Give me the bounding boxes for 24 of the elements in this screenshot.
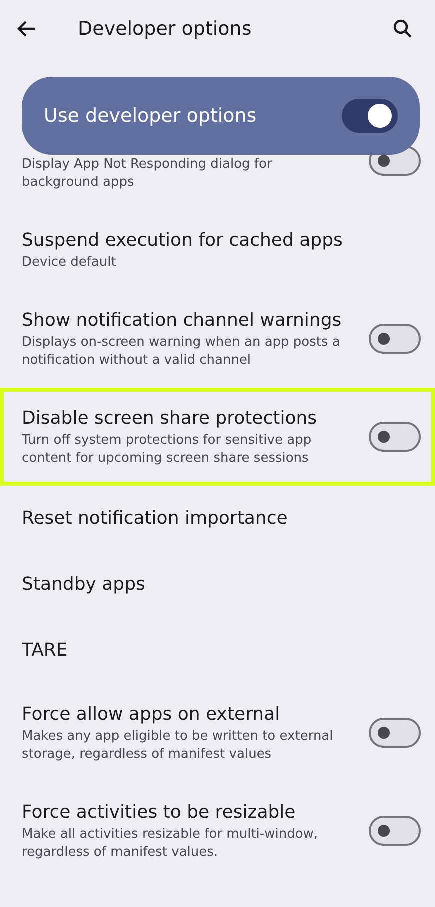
setting-summary: Device default — [22, 254, 118, 272]
banner-label: Use developer options — [44, 105, 257, 127]
setting-summary: Display App Not Responding dialog for background apps — [22, 156, 274, 192]
back-icon[interactable] — [16, 20, 36, 38]
toggle-switch[interactable] — [369, 718, 421, 748]
setting-summary: Turn off system protections for sensitive app content for upcoming screen share sessions — [22, 432, 313, 468]
setting-summary: Make all activities resizable for multi-window, regardless of manifest values. — [22, 826, 320, 862]
setting-summary: Displays on-screen warning when an app posts a notification without a valid channel — [22, 334, 342, 370]
setting-title[interactable]: Standby apps — [22, 572, 352, 598]
screen-title: Developer options — [78, 18, 253, 40]
setting-title[interactable]: Show notification channel warnings — [22, 308, 349, 334]
setting-title[interactable]: Reset notification importance — [22, 506, 352, 532]
toggle-switch[interactable] — [369, 422, 421, 452]
setting-title[interactable]: Force allow apps on external — [22, 702, 349, 728]
setting-title[interactable]: TARE — [22, 638, 352, 664]
setting-title[interactable]: Suspend execution for cached apps — [22, 228, 352, 254]
setting-title[interactable]: Force activities to be resizable — [22, 800, 349, 826]
toggle-switch[interactable] — [342, 99, 398, 133]
toggle-switch[interactable] — [369, 816, 421, 846]
highlighted-setting-row[interactable]: Disable screen share protections Turn off system protections for sensitive app content for upcoming screen share sessions — [0, 388, 435, 486]
setting-summary: Makes any app eligible to be written to external storage, regardless of manifest values — [22, 728, 334, 764]
toggle-switch[interactable] — [369, 324, 421, 354]
search-icon[interactable] — [393, 19, 413, 39]
setting-title[interactable]: Disable screen share protections — [22, 406, 349, 432]
